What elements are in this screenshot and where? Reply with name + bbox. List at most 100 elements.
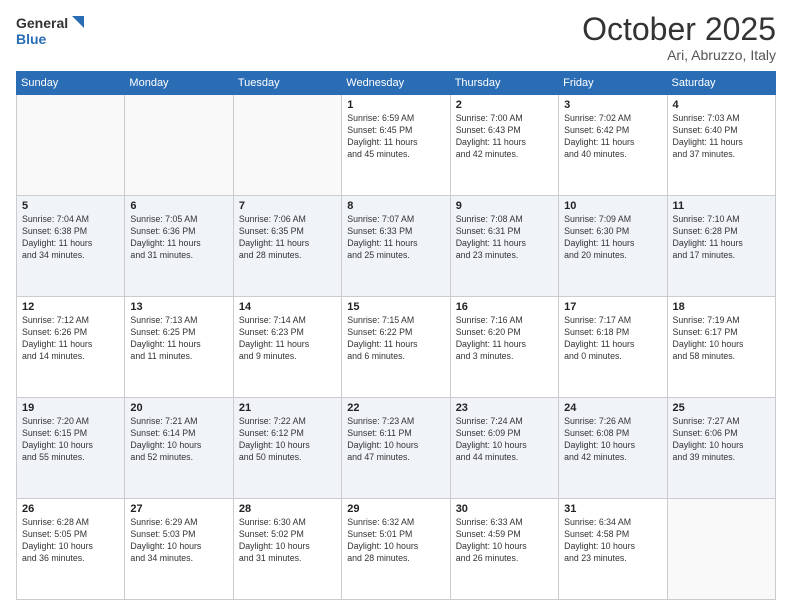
location-title: Ari, Abruzzo, Italy [582,47,776,63]
logo-svg: General Blue [16,12,86,48]
table-row: 12 Sunrise: 7:12 AM Sunset: 6:26 PM Dayli… [17,297,125,398]
day-number: 13 [130,301,227,313]
calendar-week-row: 19Sunrise: 7:20 AM Sunset: 6:15 PM Dayli… [17,398,776,499]
day-number: 23 [456,402,553,414]
day-info: Sunrise: 7:17 AM Sunset: 6:18 PM Dayligh… [564,315,661,363]
table-row [233,95,341,196]
day-number: 28 [239,503,336,515]
day-info: Sunrise: 6:59 AM Sunset: 6:45 PM Dayligh… [347,113,444,161]
day-number: 22 [347,402,444,414]
table-row: 1Sunrise: 6:59 AM Sunset: 6:45 PM Daylig… [342,95,450,196]
table-row: 7Sunrise: 7:06 AM Sunset: 6:35 PM Daylig… [233,196,341,297]
day-info: Sunrise: 7:06 AM Sunset: 6:35 PM Dayligh… [239,214,336,262]
day-info: Sunrise: 7:02 AM Sunset: 6:42 PM Dayligh… [564,113,661,161]
table-row: 23 Sunrise: 7:24 AM Sunset: 6:09 PM Dayli… [450,398,558,499]
day-number: 12 [22,301,119,313]
table-row: 20 Sunrise: 7:21 AM Sunset: 6:14 PM Dayli… [125,398,233,499]
header-saturday: Saturday [667,72,775,95]
table-row: 6 Sunrise: 7:05 AM Sunset: 6:36 PM Daylig… [125,196,233,297]
table-row: 15 Sunrise: 7:15 AM Sunset: 6:22 PM Dayli… [342,297,450,398]
day-number: 11 [673,200,770,212]
day-number: 16 [456,301,553,313]
day-info: Sunrise: 6:30 AM Sunset: 5:02 PM Dayligh… [239,517,336,565]
header-friday: Friday [559,72,667,95]
day-info: Sunrise: 7:09 AM Sunset: 6:30 PM Dayligh… [564,214,661,262]
table-row: 14Sunrise: 7:14 AM Sunset: 6:23 PM Dayli… [233,297,341,398]
table-row: 30 Sunrise: 6:33 AM Sunset: 4:59 PM Dayli… [450,499,558,600]
day-number: 21 [239,402,336,414]
day-info: Sunrise: 6:29 AM Sunset: 5:03 PM Dayligh… [130,517,227,565]
day-number: 25 [673,402,770,414]
table-row: 21 Sunrise: 7:22 AM Sunset: 6:12 PM Dayli… [233,398,341,499]
day-info: Sunrise: 6:32 AM Sunset: 5:01 PM Dayligh… [347,517,444,565]
table-row: 19Sunrise: 7:20 AM Sunset: 6:15 PM Dayli… [17,398,125,499]
day-number: 10 [564,200,661,212]
day-info: Sunrise: 7:12 AM Sunset: 6:26 PM Dayligh… [22,315,119,363]
day-number: 31 [564,503,661,515]
table-row: 11 Sunrise: 7:10 AM Sunset: 6:28 PM Dayli… [667,196,775,297]
month-title: October 2025 [582,12,776,47]
header: General Blue October 2025 Ari, Abruzzo, … [16,12,776,63]
table-row: 5 Sunrise: 7:04 AM Sunset: 6:38 PM Daylig… [17,196,125,297]
day-info: Sunrise: 6:33 AM Sunset: 4:59 PM Dayligh… [456,517,553,565]
calendar-week-row: 5 Sunrise: 7:04 AM Sunset: 6:38 PM Daylig… [17,196,776,297]
day-number: 19 [22,402,119,414]
day-info: Sunrise: 7:13 AM Sunset: 6:25 PM Dayligh… [130,315,227,363]
calendar-week-row: 12 Sunrise: 7:12 AM Sunset: 6:26 PM Dayli… [17,297,776,398]
day-info: Sunrise: 7:07 AM Sunset: 6:33 PM Dayligh… [347,214,444,262]
day-number: 29 [347,503,444,515]
day-info: Sunrise: 7:19 AM Sunset: 6:17 PM Dayligh… [673,315,770,363]
header-tuesday: Tuesday [233,72,341,95]
table-row: 17 Sunrise: 7:17 AM Sunset: 6:18 PM Dayli… [559,297,667,398]
day-number: 6 [130,200,227,212]
logo: General Blue [16,12,86,48]
day-info: Sunrise: 7:23 AM Sunset: 6:11 PM Dayligh… [347,416,444,464]
table-row [125,95,233,196]
day-info: Sunrise: 7:21 AM Sunset: 6:14 PM Dayligh… [130,416,227,464]
table-row: 25 Sunrise: 7:27 AM Sunset: 6:06 PM Dayli… [667,398,775,499]
day-number: 30 [456,503,553,515]
day-number: 4 [673,99,770,111]
day-number: 8 [347,200,444,212]
table-row [17,95,125,196]
day-number: 15 [347,301,444,313]
calendar-header-row: Sunday Monday Tuesday Wednesday Thursday… [17,72,776,95]
day-info: Sunrise: 6:34 AM Sunset: 4:58 PM Dayligh… [564,517,661,565]
calendar-table: Sunday Monday Tuesday Wednesday Thursday… [16,71,776,600]
day-info: Sunrise: 7:27 AM Sunset: 6:06 PM Dayligh… [673,416,770,464]
calendar-week-row: 1Sunrise: 6:59 AM Sunset: 6:45 PM Daylig… [17,95,776,196]
day-info: Sunrise: 7:16 AM Sunset: 6:20 PM Dayligh… [456,315,553,363]
table-row: 16 Sunrise: 7:16 AM Sunset: 6:20 PM Dayli… [450,297,558,398]
page: General Blue October 2025 Ari, Abruzzo, … [0,0,792,612]
header-sunday: Sunday [17,72,125,95]
day-number: 17 [564,301,661,313]
table-row: 24 Sunrise: 7:26 AM Sunset: 6:08 PM Dayli… [559,398,667,499]
table-row: 2Sunrise: 7:00 AM Sunset: 6:43 PM Daylig… [450,95,558,196]
title-block: October 2025 Ari, Abruzzo, Italy [582,12,776,63]
svg-text:Blue: Blue [16,31,47,47]
table-row: 10 Sunrise: 7:09 AM Sunset: 6:30 PM Dayli… [559,196,667,297]
day-info: Sunrise: 7:24 AM Sunset: 6:09 PM Dayligh… [456,416,553,464]
day-info: Sunrise: 7:26 AM Sunset: 6:08 PM Dayligh… [564,416,661,464]
day-info: Sunrise: 7:04 AM Sunset: 6:38 PM Dayligh… [22,214,119,262]
calendar-week-row: 26 Sunrise: 6:28 AM Sunset: 5:05 PM Dayli… [17,499,776,600]
day-number: 27 [130,503,227,515]
header-monday: Monday [125,72,233,95]
table-row: 31 Sunrise: 6:34 AM Sunset: 4:58 PM Dayli… [559,499,667,600]
day-info: Sunrise: 7:10 AM Sunset: 6:28 PM Dayligh… [673,214,770,262]
day-number: 24 [564,402,661,414]
day-number: 26 [22,503,119,515]
table-row: 8 Sunrise: 7:07 AM Sunset: 6:33 PM Daylig… [342,196,450,297]
day-number: 20 [130,402,227,414]
day-number: 9 [456,200,553,212]
day-info: Sunrise: 7:00 AM Sunset: 6:43 PM Dayligh… [456,113,553,161]
table-row: 28 Sunrise: 6:30 AM Sunset: 5:02 PM Dayli… [233,499,341,600]
day-number: 5 [22,200,119,212]
table-row: 4Sunrise: 7:03 AM Sunset: 6:40 PM Daylig… [667,95,775,196]
day-info: Sunrise: 7:22 AM Sunset: 6:12 PM Dayligh… [239,416,336,464]
day-info: Sunrise: 7:15 AM Sunset: 6:22 PM Dayligh… [347,315,444,363]
table-row: 13 Sunrise: 7:13 AM Sunset: 6:25 PM Dayli… [125,297,233,398]
day-info: Sunrise: 7:05 AM Sunset: 6:36 PM Dayligh… [130,214,227,262]
day-info: Sunrise: 6:28 AM Sunset: 5:05 PM Dayligh… [22,517,119,565]
table-row [667,499,775,600]
